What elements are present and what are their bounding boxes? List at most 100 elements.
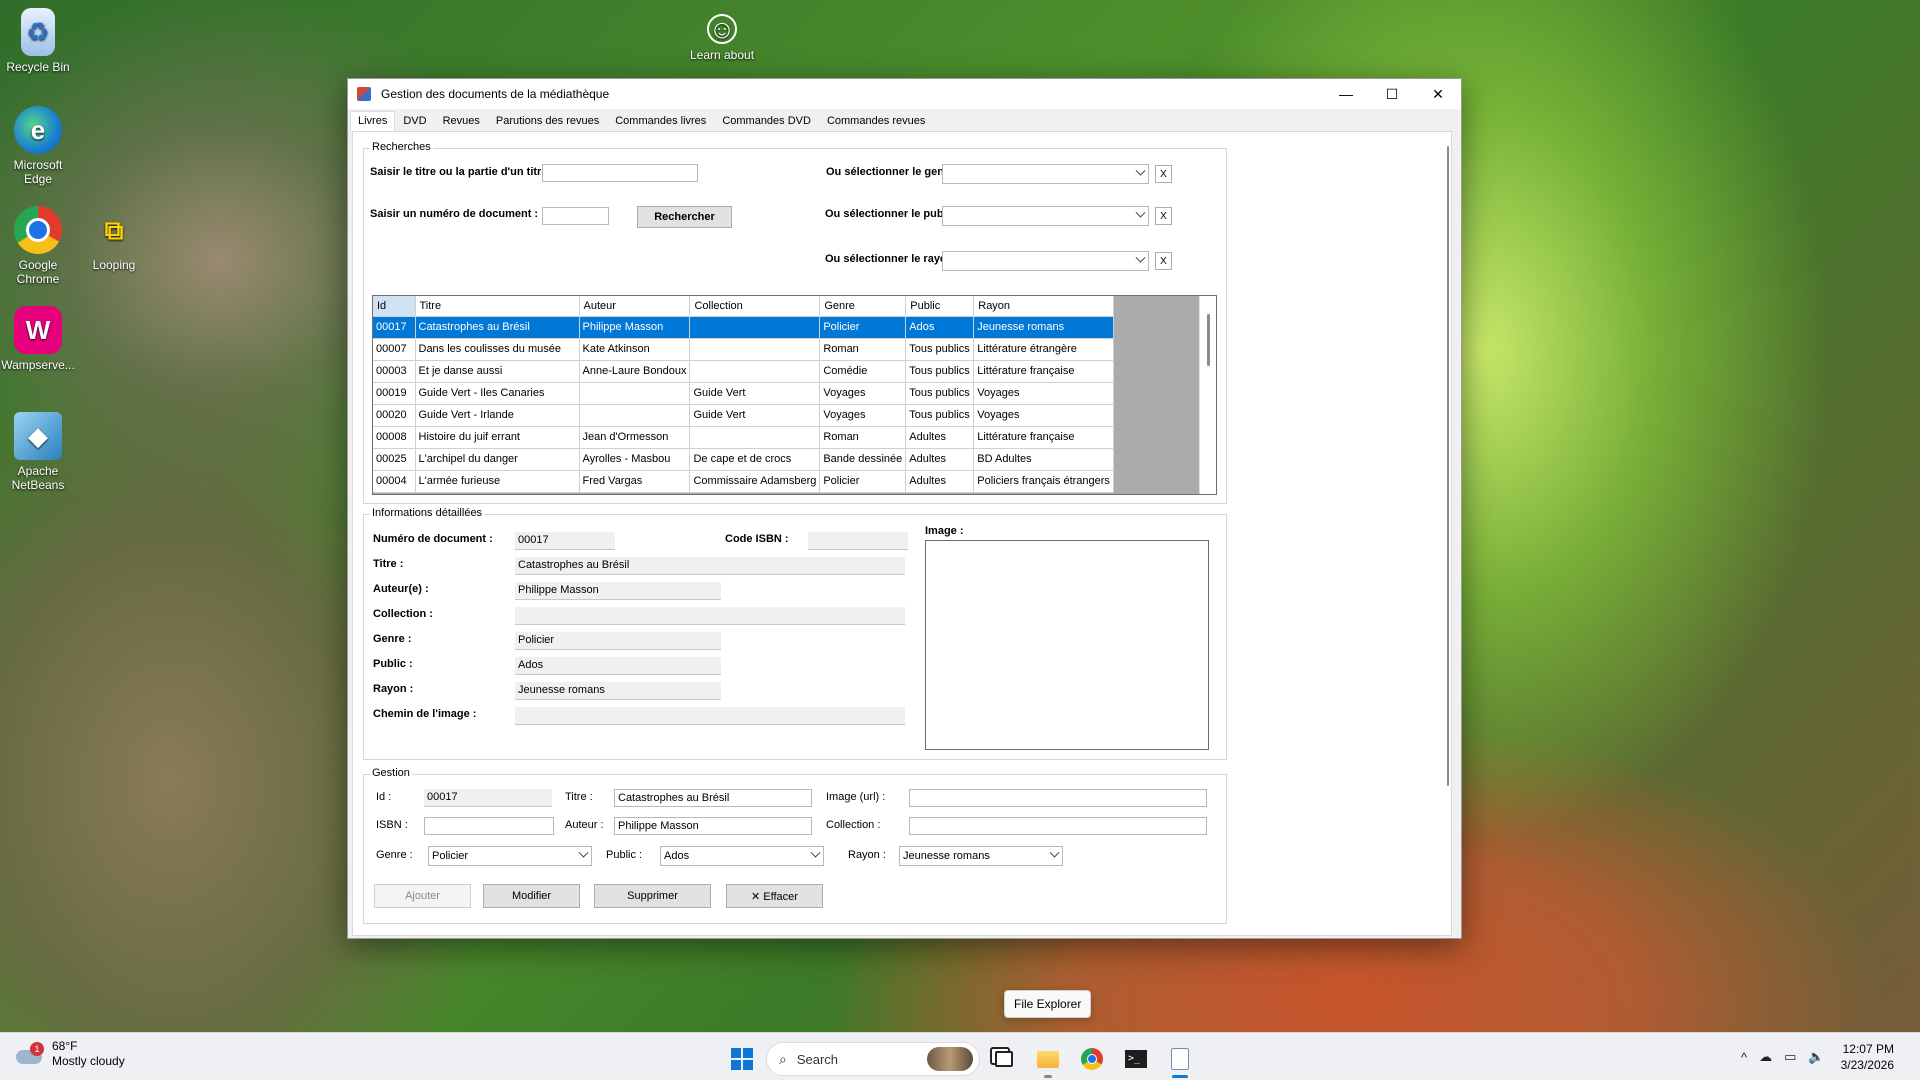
gestion-public-select[interactable]: Ados: [660, 846, 824, 866]
gestion-image-input[interactable]: [909, 789, 1207, 807]
table-row[interactable]: 00017 Catastrophes au Brésil Philippe Mass…: [373, 316, 1114, 339]
cell-public[interactable]: Tous publics: [905, 404, 975, 427]
modifier-button[interactable]: Modifier: [483, 884, 580, 908]
cell-collection[interactable]: [689, 338, 821, 361]
cell-id[interactable]: 00017: [373, 316, 416, 339]
cell-genre[interactable]: Voyages: [819, 404, 907, 427]
cell-auteur[interactable]: Philippe Masson: [579, 316, 691, 339]
cell-collection[interactable]: [689, 316, 821, 339]
maximize-button[interactable]: ☐: [1369, 79, 1415, 109]
cell-public[interactable]: Ados: [905, 316, 975, 339]
gestion-collection-input[interactable]: [909, 817, 1207, 835]
cell-genre[interactable]: Voyages: [819, 382, 907, 405]
cell-titre[interactable]: L'archipel du danger: [415, 448, 580, 471]
scrollbar-thumb[interactable]: [1207, 314, 1210, 366]
desktop-icon-edge[interactable]: e Microsoft Edge: [0, 106, 76, 186]
gestion-genre-select[interactable]: Policier: [428, 846, 592, 866]
cell-public[interactable]: Tous publics: [905, 382, 975, 405]
cell-genre[interactable]: Comédie: [819, 360, 907, 383]
tab-commandes-dvd[interactable]: Commandes DVD: [714, 111, 819, 131]
search-number-input[interactable]: [542, 207, 609, 225]
table-row[interactable]: 00004 L'armée furieuse Fred Vargas Commissa…: [373, 470, 1114, 493]
cell-titre[interactable]: L'armée furieuse: [415, 470, 580, 493]
cell-collection[interactable]: Guide Vert: [689, 382, 821, 405]
cell-id[interactable]: 00007: [373, 338, 416, 361]
desktop-icon-looping[interactable]: ⧉ Looping: [76, 206, 152, 272]
effacer-button[interactable]: ✕ Effacer: [726, 884, 823, 908]
rechercher-button[interactable]: Rechercher: [637, 206, 732, 228]
taskbar-task-view[interactable]: [984, 1039, 1024, 1079]
cell-titre[interactable]: Guide Vert - Iles Canaries: [415, 382, 580, 405]
minimize-button[interactable]: —: [1323, 79, 1369, 109]
cell-titre[interactable]: Dans les coulisses du musée: [415, 338, 580, 361]
tab-commandes-revues[interactable]: Commandes revues: [819, 111, 933, 131]
cell-rayon[interactable]: Jeunesse romans: [973, 316, 1114, 339]
cell-auteur[interactable]: [579, 404, 691, 427]
cell-auteur[interactable]: Kate Atkinson: [579, 338, 691, 361]
tab-commandes-livres[interactable]: Commandes livres: [607, 111, 714, 131]
tab-parutions-revues[interactable]: Parutions des revues: [488, 111, 607, 131]
desktop-icon-recycle-bin[interactable]: ♻ Recycle Bin: [0, 8, 76, 74]
cell-collection[interactable]: Commissaire Adamsberg: [689, 470, 821, 493]
title-bar[interactable]: Gestion des documents de la médiathèque …: [348, 79, 1461, 109]
taskbar-search[interactable]: ⌕ Search: [766, 1042, 980, 1076]
cell-collection[interactable]: [689, 426, 821, 449]
volume-icon[interactable]: 🔈: [1808, 1049, 1824, 1065]
page-scrollbar[interactable]: [1447, 146, 1449, 786]
cell-rayon[interactable]: Littérature française: [973, 426, 1114, 449]
table-row[interactable]: 00019 Guide Vert - Iles Canaries Guide Ver…: [373, 382, 1114, 405]
cell-genre[interactable]: Policier: [819, 316, 907, 339]
start-button[interactable]: [724, 1041, 760, 1077]
chevron-up-icon[interactable]: ^: [1741, 1050, 1747, 1065]
gestion-titre-input[interactable]: Catastrophes au Brésil: [614, 789, 812, 807]
onedrive-off-icon[interactable]: ☁: [1759, 1049, 1772, 1065]
cell-rayon[interactable]: Littérature étrangère: [973, 338, 1114, 361]
supprimer-button[interactable]: Supprimer: [594, 884, 711, 908]
cell-auteur[interactable]: Jean d'Ormesson: [579, 426, 691, 449]
cell-auteur[interactable]: Anne-Laure Bondoux: [579, 360, 691, 383]
grid-scrollbar[interactable]: [1199, 296, 1216, 494]
cell-genre[interactable]: Policier: [819, 470, 907, 493]
cell-collection[interactable]: Guide Vert: [689, 404, 821, 427]
cell-id[interactable]: 00020: [373, 404, 416, 427]
clear-rayon-button[interactable]: X: [1155, 252, 1172, 270]
cell-titre[interactable]: Catastrophes au Brésil: [415, 316, 580, 339]
search-title-input[interactable]: [542, 164, 698, 182]
desktop-icon-learn-about[interactable]: ☺ Learn about: [684, 14, 760, 62]
clock[interactable]: 12:07 PM 3/23/2026: [1841, 1041, 1894, 1073]
ajouter-button[interactable]: Ajouter: [374, 884, 471, 908]
table-row[interactable]: 00008 Histoire du juif errant Jean d'Ormes…: [373, 426, 1114, 449]
taskbar-file-explorer[interactable]: [1028, 1039, 1068, 1079]
cell-rayon[interactable]: Voyages: [973, 382, 1114, 405]
gestion-isbn-input[interactable]: [424, 817, 554, 835]
cell-id[interactable]: 00003: [373, 360, 416, 383]
tab-dvd[interactable]: DVD: [395, 111, 434, 131]
taskbar-terminal[interactable]: >_: [1116, 1039, 1156, 1079]
table-row[interactable]: 00007 Dans les coulisses du musée Kate Atk…: [373, 338, 1114, 361]
tab-livres[interactable]: Livres: [350, 111, 396, 131]
cell-titre[interactable]: Guide Vert - Irlande: [415, 404, 580, 427]
cell-titre[interactable]: Histoire du juif errant: [415, 426, 580, 449]
rayon-filter-select[interactable]: [942, 251, 1149, 271]
cell-collection[interactable]: De cape et de crocs: [689, 448, 821, 471]
clear-genre-button[interactable]: X: [1155, 165, 1172, 183]
column-header-public[interactable]: Public: [905, 296, 975, 317]
gestion-auteur-input[interactable]: Philippe Masson: [614, 817, 812, 835]
column-header-rayon[interactable]: Rayon: [973, 296, 1114, 317]
taskbar-chrome[interactable]: [1072, 1039, 1112, 1079]
taskbar-mediatheque-app[interactable]: [1160, 1039, 1200, 1079]
cell-collection[interactable]: [689, 360, 821, 383]
desktop-icon-wampserver[interactable]: W Wampserve...: [0, 306, 76, 372]
network-icon[interactable]: ▭: [1784, 1049, 1796, 1065]
table-row[interactable]: 00025 L'archipel du danger Ayrolles - Masb…: [373, 448, 1114, 471]
livres-grid[interactable]: Id Titre Auteur Collection Genre Public …: [372, 295, 1217, 495]
cell-titre[interactable]: Et je danse aussi: [415, 360, 580, 383]
cell-rayon[interactable]: Littérature française: [973, 360, 1114, 383]
clear-public-button[interactable]: X: [1155, 207, 1172, 225]
cell-id[interactable]: 00008: [373, 426, 416, 449]
table-row[interactable]: 00020 Guide Vert - Irlande Guide Vert Voyag…: [373, 404, 1114, 427]
cell-auteur[interactable]: Fred Vargas: [579, 470, 691, 493]
cell-public[interactable]: Tous publics: [905, 360, 975, 383]
table-row[interactable]: 00003 Et je danse aussi Anne-Laure Bondoux…: [373, 360, 1114, 383]
cell-public[interactable]: Tous publics: [905, 338, 975, 361]
